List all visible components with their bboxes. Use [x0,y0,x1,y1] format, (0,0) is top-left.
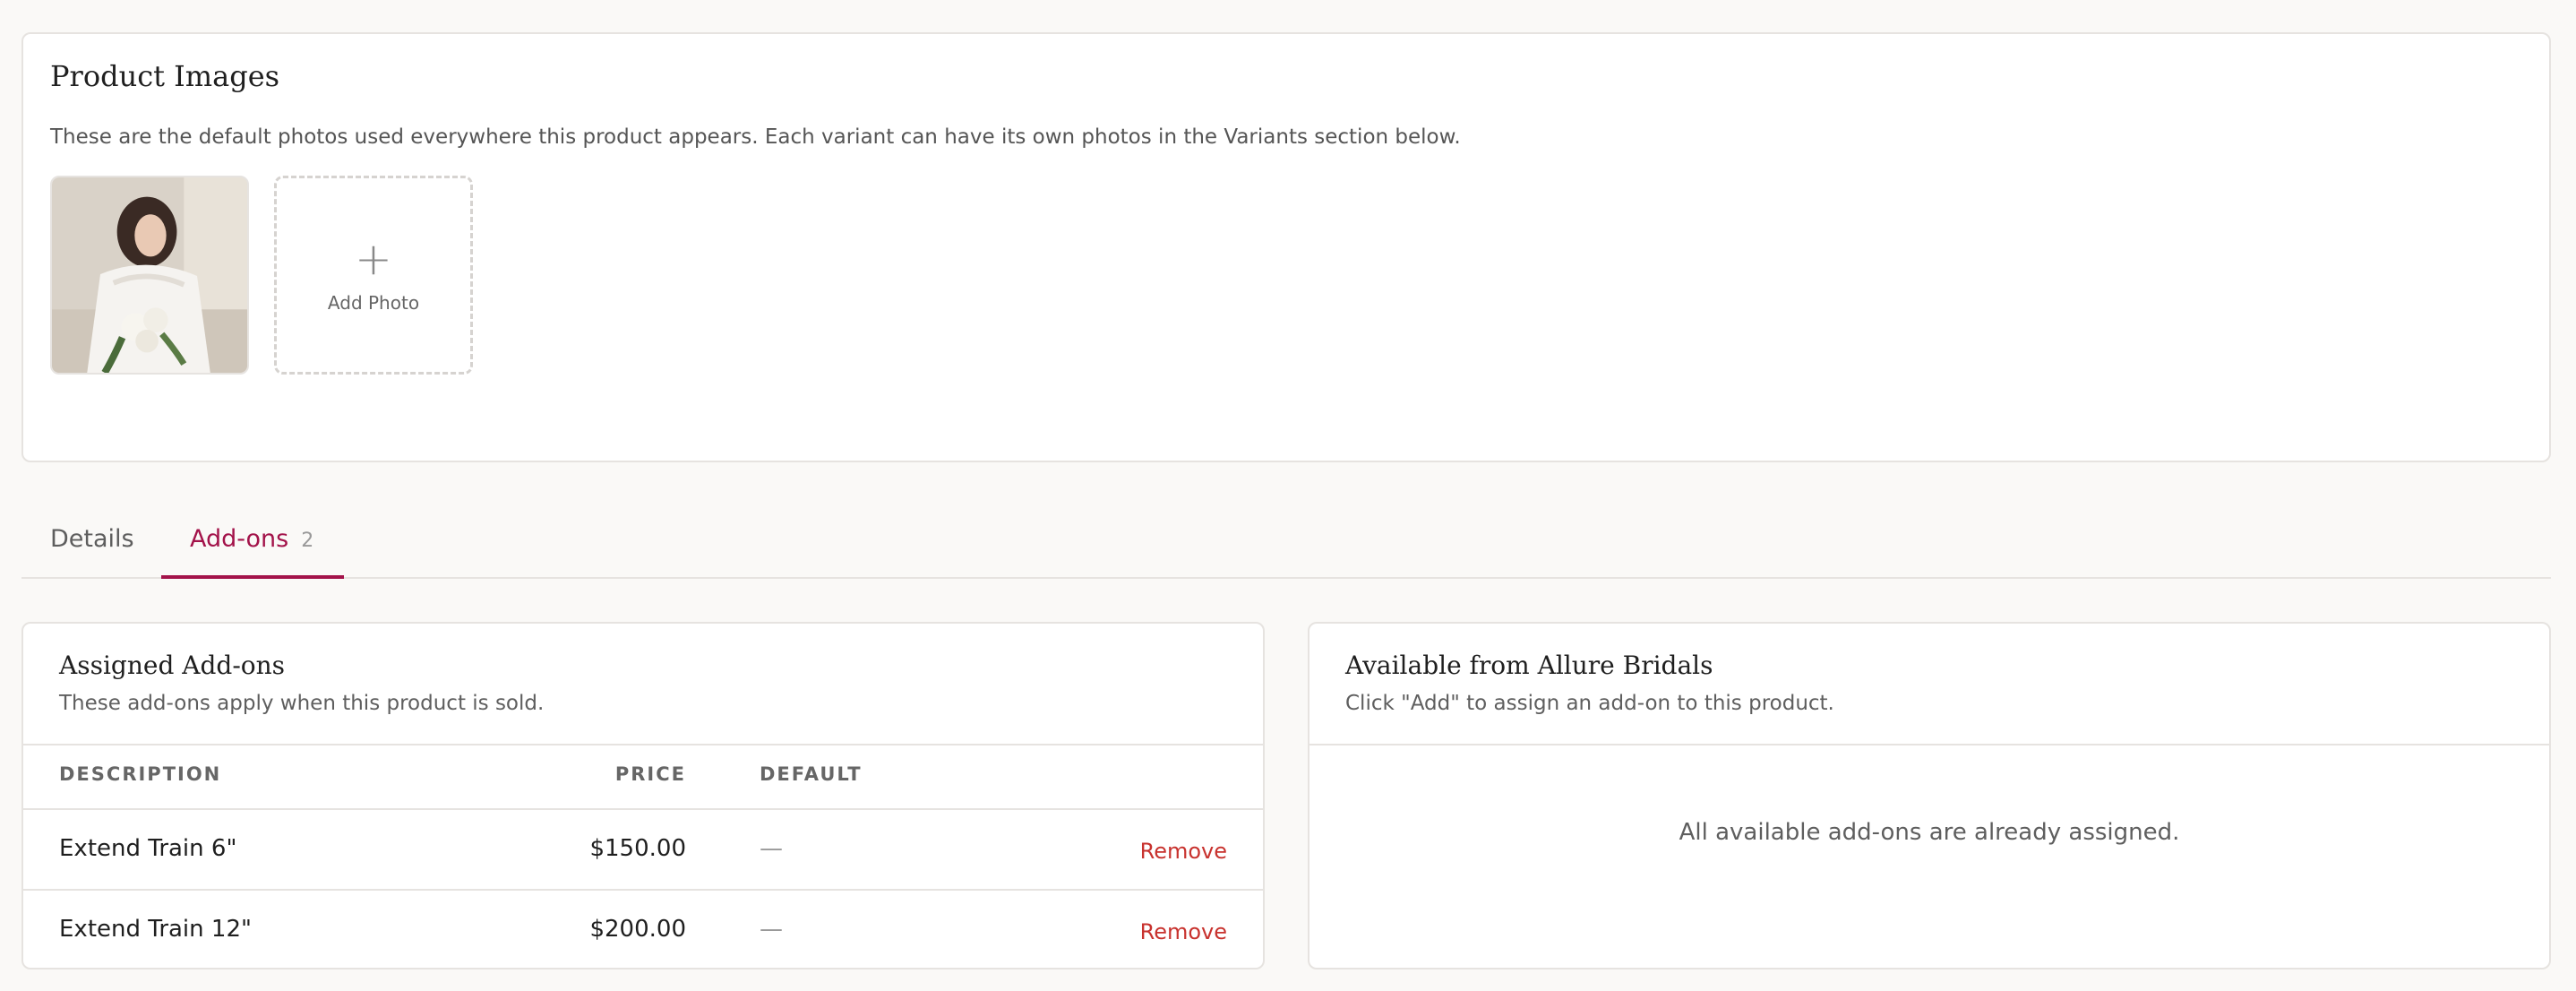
available-add-ons-card: Available from Allure Bridals Click "Add… [1308,622,2551,969]
tab-bar: Details Add-ons 2 [21,502,2551,579]
add-photo-label: Add Photo [327,292,420,314]
product-images-description: These are the default photos used everyw… [50,125,1461,149]
remove-button[interactable]: Remove [1140,919,1227,944]
add-on-description: Extend Train 6" [59,835,237,862]
add-on-default: — [760,835,783,862]
plus-icon: + [355,233,392,285]
table-row: Extend Train 6" $150.00 — Remove [23,810,1263,889]
add-on-price: $150.00 [589,835,686,862]
product-photo-thumbnail[interactable] [50,176,249,375]
tab-add-ons-label: Add-ons [190,525,289,553]
tab-details[interactable]: Details [50,525,134,553]
add-on-price: $200.00 [589,916,686,943]
add-on-description: Extend Train 12" [59,916,252,943]
tab-add-ons-count: 2 [301,530,314,552]
assigned-add-ons-title: Assigned Add-ons [59,651,286,680]
column-header-default: DEFAULT [760,763,863,785]
available-add-ons-title: Available from Allure Bridals [1345,651,1713,680]
active-tab-indicator [161,575,344,579]
column-header-price: PRICE [614,763,686,785]
header-divider [1309,744,2549,745]
assigned-add-ons-subtitle: These add-ons apply when this product is… [59,692,545,715]
product-images-title: Product Images [50,59,280,93]
add-photo-button[interactable]: + Add Photo [274,176,473,375]
assigned-add-ons-card: Assigned Add-ons These add-ons apply whe… [21,622,1265,969]
column-header-description: DESCRIPTION [59,763,222,785]
available-add-ons-subtitle: Click "Add" to assign an add-on to this … [1345,692,1834,715]
tab-add-ons[interactable]: Add-ons 2 [190,525,313,553]
remove-button[interactable]: Remove [1140,839,1227,864]
add-on-default: — [760,916,783,943]
empty-state-message: All available add-ons are already assign… [1679,819,2180,846]
header-divider [23,744,1263,745]
bride-photo-image [52,177,247,373]
table-row: Extend Train 12" $200.00 — Remove [23,891,1263,968]
tab-details-label: Details [50,525,134,553]
